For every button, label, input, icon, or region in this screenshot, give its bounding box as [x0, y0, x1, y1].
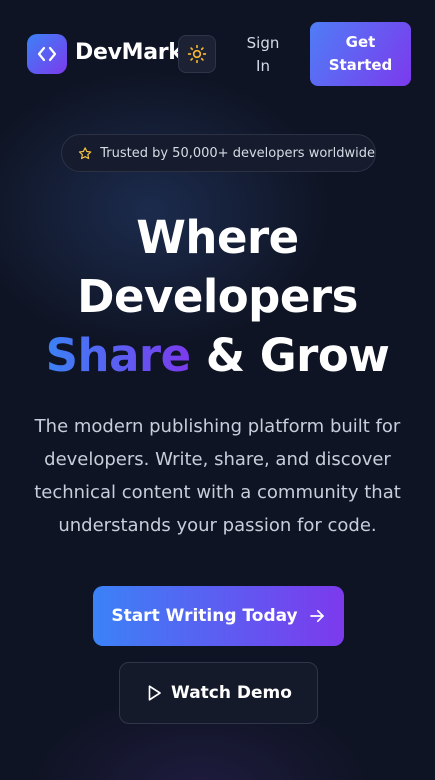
theme-toggle-button[interactable]: [178, 35, 216, 73]
star-icon: [78, 146, 92, 159]
sign-in-link[interactable]: Sign In: [238, 32, 288, 78]
hero-title: Where Developers Share & Grow: [0, 208, 435, 385]
hero-subtitle: The modern publishing platform built for…: [34, 416, 401, 536]
play-icon: [145, 684, 163, 702]
brand-name[interactable]: DevMark: [75, 40, 183, 65]
site-header: DevMark Sign In Get Started: [0, 0, 435, 100]
get-started-button[interactable]: Get Started: [310, 22, 411, 86]
hero-title-rest: & Grow: [190, 329, 390, 382]
hero-title-line1: Where: [136, 211, 299, 264]
trust-badge-text: Trusted by 50,000+ developers worldwide: [100, 145, 375, 161]
trust-badge: Trusted by 50,000+ developers worldwide: [61, 134, 376, 172]
start-writing-label: Start Writing Today: [111, 606, 298, 626]
hero-title-line2: Developers: [77, 270, 358, 323]
watch-demo-label: Watch Demo: [171, 683, 292, 703]
logo[interactable]: [27, 34, 67, 74]
hero-title-line3: Share & Grow: [0, 326, 435, 385]
arrow-right-icon: [308, 607, 326, 625]
sun-icon: [187, 44, 207, 64]
code-brackets-icon: [37, 46, 57, 62]
start-writing-button[interactable]: Start Writing Today: [93, 586, 344, 646]
hero-title-highlight: Share: [45, 329, 192, 382]
watch-demo-button[interactable]: Watch Demo: [119, 662, 318, 724]
